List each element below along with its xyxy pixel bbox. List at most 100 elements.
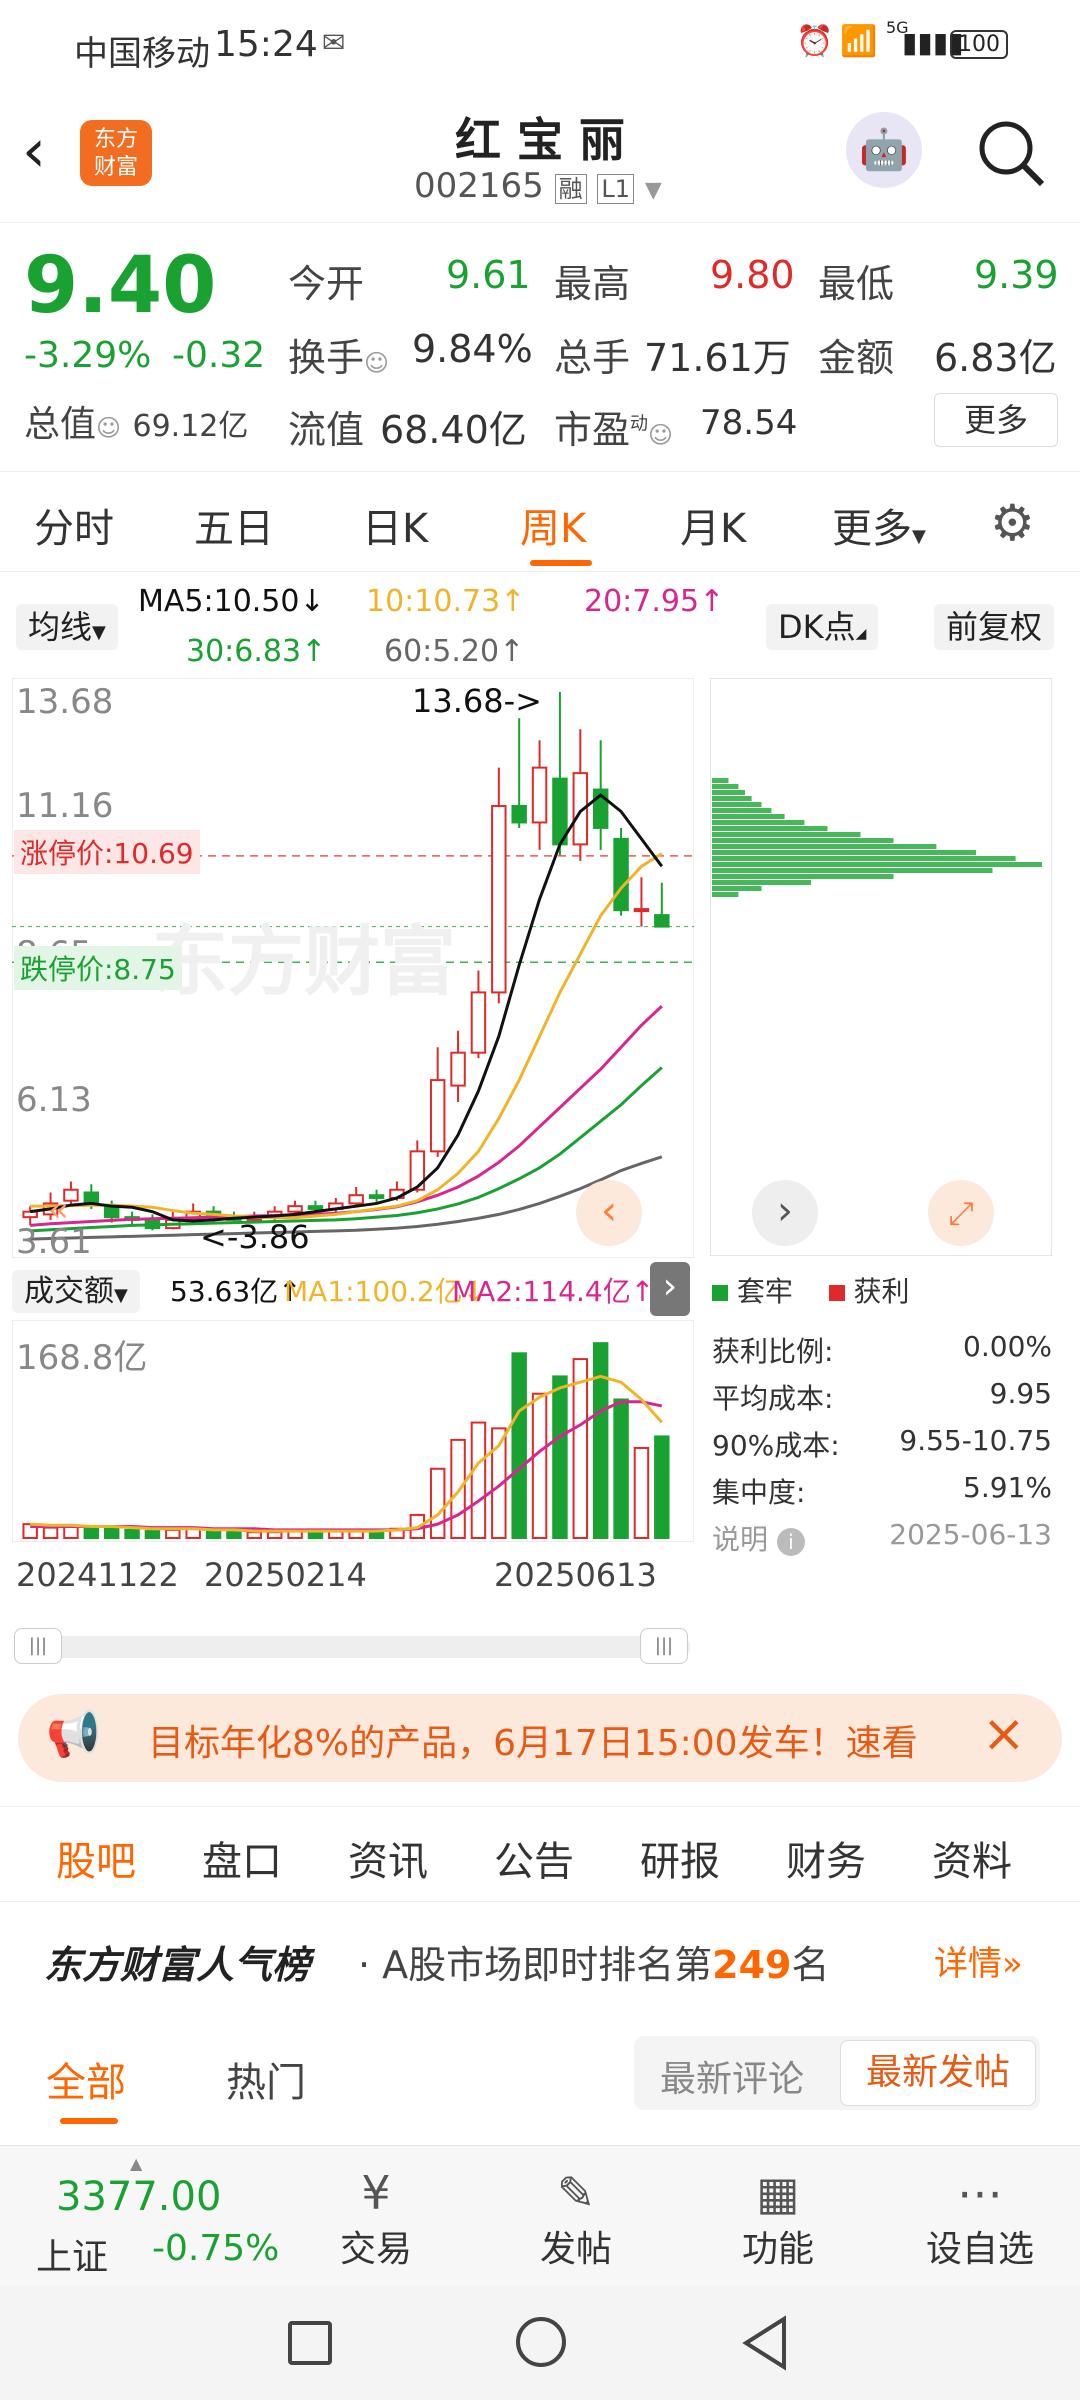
alarm-icon: ⏰ bbox=[796, 24, 834, 59]
low-value: 9.39 bbox=[974, 253, 1059, 297]
volume-selector[interactable]: 成交额▼ bbox=[12, 1266, 140, 1313]
stat-row: 90%成本: 9.55-10.75 bbox=[712, 1424, 1052, 1462]
content-tabs: 股吧 盘口 资讯 公告 研报 财务 资料 bbox=[0, 1806, 1080, 1902]
volume-bar bbox=[613, 1398, 629, 1539]
indicator-selector[interactable]: 均线▼ bbox=[16, 602, 118, 650]
volume-bar bbox=[226, 1530, 242, 1539]
wechat-icon: ✉ bbox=[322, 26, 346, 59]
tab-guba[interactable]: 股吧 bbox=[56, 1829, 136, 1887]
tab-monthly-k[interactable]: 月K bbox=[680, 496, 746, 554]
volume-bar bbox=[103, 1526, 120, 1540]
double-chevron-icon: » bbox=[1002, 1944, 1023, 1984]
chip-note-link[interactable]: 说明 bbox=[712, 1523, 768, 1556]
info-icon: ☺ bbox=[96, 414, 122, 442]
tab-five-day[interactable]: 五日 bbox=[194, 496, 274, 554]
nav-add-watchlist[interactable]: ⋯ 设自选 bbox=[910, 2166, 1050, 2272]
adjust-button[interactable]: 前复权 bbox=[934, 602, 1055, 650]
chip-bar bbox=[712, 874, 894, 879]
stat-row: 获利比例: 0.00% bbox=[712, 1330, 1052, 1368]
scroll-left-double-icon[interactable]: « bbox=[48, 1190, 69, 1230]
tab-weekly-k[interactable]: 周K bbox=[520, 496, 586, 554]
index-value[interactable]: 3377.00 bbox=[56, 2174, 221, 2220]
recent-apps-icon[interactable] bbox=[288, 2321, 332, 2365]
clock: 15:24 bbox=[214, 24, 318, 65]
volume-bar bbox=[246, 1531, 263, 1540]
ma60-legend: 60:5.20↑ bbox=[384, 634, 525, 669]
volume-bar bbox=[307, 1531, 324, 1540]
expand-panel-icon[interactable]: › bbox=[650, 1262, 690, 1316]
candle-body bbox=[633, 908, 650, 913]
tab-intraday[interactable]: 分时 bbox=[34, 496, 114, 554]
chip-bar bbox=[712, 826, 828, 831]
volume-bar bbox=[552, 1375, 568, 1540]
dk-point-button[interactable]: DK点◢ bbox=[766, 602, 879, 650]
turnover-value: 9.84% bbox=[412, 327, 533, 371]
chip-bar bbox=[712, 832, 861, 837]
ma10-legend: 10:10.73↑ bbox=[366, 584, 526, 619]
volume-bar bbox=[266, 1531, 283, 1540]
low-label: 最低 bbox=[818, 262, 895, 306]
stock-header: ‹ 东方 财富 红 宝 丽 002165 融 L1 ▼ 🤖 bbox=[0, 96, 1080, 222]
limit-down-label: 跌停价:8.75 bbox=[14, 946, 182, 990]
search-icon[interactable] bbox=[976, 118, 1048, 190]
status-bar: 中国移动 15:24 ✉ ⏰ 📶 5G ▮▮▮▮ 100 bbox=[0, 0, 1080, 96]
close-icon[interactable]: × bbox=[982, 1704, 1026, 1764]
candle-body bbox=[348, 1194, 364, 1205]
high-label: 最高 bbox=[554, 262, 631, 306]
nav-functions[interactable]: ▦ 功能 bbox=[708, 2166, 848, 2272]
chip-stats: 获利比例: 0.00% 平均成本: 9.95 90%成本: 9.55-10.75 集中… bbox=[712, 1330, 1052, 1565]
filter-hot[interactable]: 热门 bbox=[226, 2050, 306, 2108]
nav-trade[interactable]: ¥ 交易 bbox=[306, 2166, 446, 2272]
volume-bar bbox=[450, 1438, 466, 1539]
sort-latest-comment[interactable]: 最新评论 bbox=[660, 2050, 804, 2102]
tab-research[interactable]: 研报 bbox=[640, 1829, 720, 1887]
prev-arrow-icon[interactable]: ‹ bbox=[576, 1180, 642, 1246]
range-handle-right[interactable]: ||| bbox=[640, 1628, 688, 1664]
tab-announcements[interactable]: 公告 bbox=[494, 1829, 574, 1887]
range-handle-left[interactable]: ||| bbox=[14, 1628, 62, 1664]
next-arrow-icon[interactable]: › bbox=[752, 1180, 818, 1246]
turnover-label: 换手☺ bbox=[288, 336, 390, 380]
chip-note-row: 说明 i 2025-06-13 bbox=[712, 1518, 1052, 1556]
home-icon[interactable] bbox=[516, 2317, 566, 2367]
chip-bar bbox=[712, 868, 993, 873]
trap-swatch bbox=[712, 1285, 728, 1301]
high-value: 9.80 bbox=[710, 253, 795, 297]
filter-all[interactable]: 全部 bbox=[46, 2050, 126, 2108]
min-price-marker: <-3.86 bbox=[200, 1218, 310, 1256]
tab-more[interactable]: 更多▼ bbox=[832, 496, 926, 554]
tab-finance[interactable]: 财务 bbox=[786, 1829, 866, 1887]
max-price-marker: 13.68-> bbox=[412, 682, 542, 720]
expand-icon[interactable]: ⤢ bbox=[928, 1180, 994, 1246]
ma5-legend: MA5:10.50↓ bbox=[138, 584, 325, 619]
candle-body bbox=[368, 1194, 385, 1199]
index-name[interactable]: 上证 bbox=[36, 2228, 108, 2280]
stock-code-row[interactable]: 002165 融 L1 ▼ bbox=[414, 166, 662, 206]
back-triangle-icon[interactable] bbox=[740, 2315, 790, 2371]
ma20-legend: 20:7.95↑ bbox=[584, 584, 725, 619]
tab-news[interactable]: 资讯 bbox=[348, 1829, 428, 1887]
limit-up-label: 涨停价:10.69 bbox=[14, 830, 200, 874]
volume-label: 总手 bbox=[554, 336, 631, 380]
chip-bar bbox=[712, 820, 805, 825]
tab-daily-k[interactable]: 日K bbox=[362, 496, 428, 554]
info-icon[interactable]: i bbox=[776, 1528, 805, 1556]
candle-body bbox=[83, 1191, 100, 1205]
date-label-end: 20250613 bbox=[494, 1556, 657, 1594]
range-slider-track[interactable] bbox=[14, 1636, 690, 1658]
volume-bar bbox=[124, 1528, 140, 1539]
more-button[interactable]: 更多 bbox=[934, 393, 1058, 447]
volume-bar bbox=[531, 1392, 548, 1540]
tab-profile[interactable]: 资料 bbox=[932, 1829, 1012, 1887]
rank-detail-link[interactable]: 详情» bbox=[934, 1936, 1023, 1985]
volume-value: 71.61万 bbox=[644, 336, 791, 380]
profit-swatch bbox=[828, 1285, 845, 1301]
settings-gear-icon[interactable]: ⚙ bbox=[990, 494, 1035, 552]
sort-latest-post[interactable]: 最新发帖 bbox=[840, 2040, 1036, 2106]
index-change[interactable]: -0.75% bbox=[152, 2228, 279, 2269]
robot-avatar-icon[interactable]: 🤖 bbox=[846, 112, 922, 188]
chip-bar bbox=[712, 880, 811, 885]
promo-banner[interactable]: 📢 目标年化8%的产品，6月17日15:00发车！速看 × bbox=[18, 1694, 1062, 1782]
nav-post[interactable]: ✎ 发帖 bbox=[506, 2166, 646, 2272]
tab-pankou[interactable]: 盘口 bbox=[202, 1829, 282, 1887]
